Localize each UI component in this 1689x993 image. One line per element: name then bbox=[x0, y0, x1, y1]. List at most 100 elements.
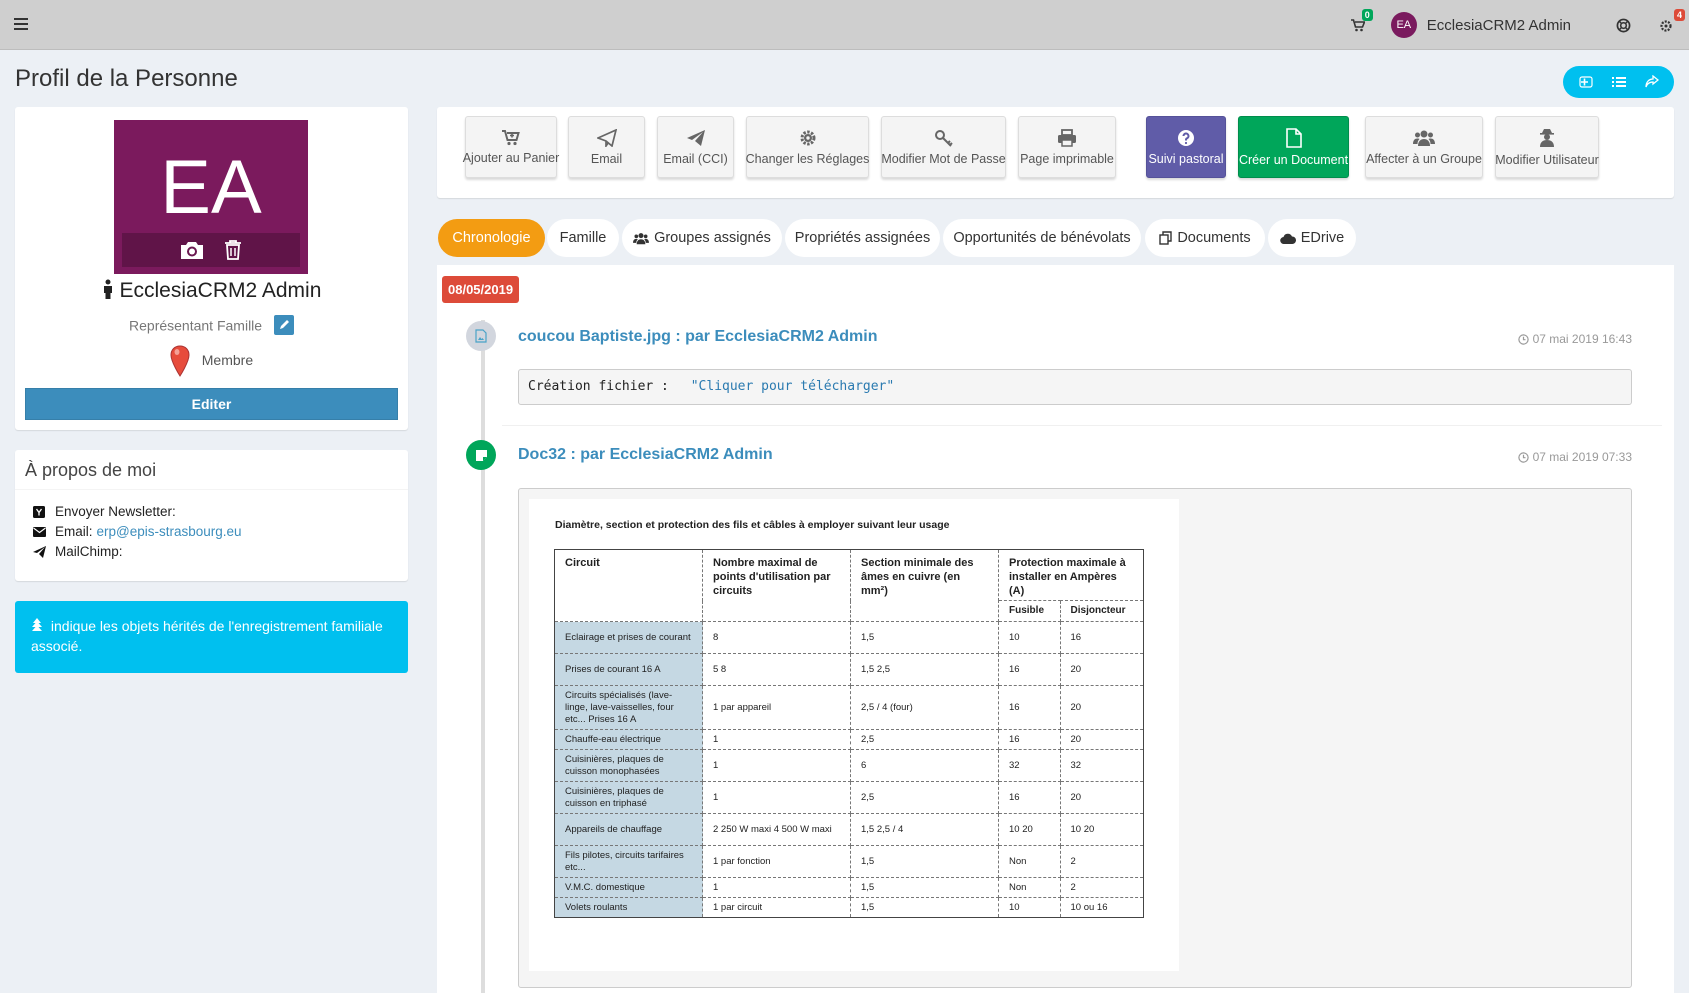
tab-edrive-label: EDrive bbox=[1300, 230, 1345, 246]
settings-button[interactable]: 4 bbox=[1645, 0, 1689, 50]
pastoral-care-label: Suivi pastoral bbox=[1148, 151, 1224, 166]
table-row: Volets roulants 1 par circuit 1,5 10 10 ou 1… bbox=[554, 897, 1145, 918]
person-export-button[interactable] bbox=[1571, 67, 1601, 97]
top-navbar: 0 EA EcclesiaCRM2 Admin 4 bbox=[0, 0, 1689, 50]
edit-role-button[interactable] bbox=[273, 315, 294, 335]
classification: Membre bbox=[15, 345, 408, 377]
tab-assigned-groups[interactable]: Groupes assignés bbox=[622, 219, 782, 257]
tab-timeline-label: Chronologie bbox=[452, 230, 531, 246]
email-bcc-label: Email (CCI) bbox=[663, 151, 728, 166]
tab-family-label: Famille bbox=[559, 230, 607, 246]
cell-fusible: 16 bbox=[998, 781, 1061, 814]
cell-disjoncteur: 32 bbox=[1059, 749, 1145, 782]
timeline-item-title[interactable]: coucou Baptiste.jpg : par EcclesiaCRM2 A… bbox=[518, 328, 877, 346]
download-link[interactable]: "Cliquer pour télécharger" bbox=[691, 379, 895, 394]
assign-group-button[interactable]: Affecter à un Groupe bbox=[1365, 116, 1483, 178]
printable-page-button[interactable]: Page imprimable bbox=[1018, 116, 1116, 178]
cell-circuit: Cuisinières, plaques de cuisson en triph… bbox=[554, 781, 703, 814]
cell-circuit: Cuisinières, plaques de cuisson monophas… bbox=[554, 749, 703, 782]
help-button[interactable] bbox=[1601, 0, 1645, 50]
clock-icon bbox=[1517, 333, 1529, 345]
tab-family[interactable]: Famille bbox=[547, 219, 619, 257]
inheritance-info-text: indique les objets hérités de l'enregist… bbox=[31, 618, 383, 654]
file-download-code: Création fichier : "Cliquer pour télécha… bbox=[518, 369, 1632, 405]
cell-fusible: 10 bbox=[998, 621, 1061, 654]
gear-icon bbox=[800, 130, 815, 145]
user-avatar[interactable]: EA bbox=[1390, 12, 1417, 38]
user-menu-name[interactable]: EcclesiaCRM2 Admin bbox=[1427, 17, 1571, 34]
cell-disjoncteur: 2 bbox=[1059, 877, 1145, 898]
tab-documents[interactable]: Documents bbox=[1145, 219, 1265, 257]
list-view-button[interactable] bbox=[1604, 67, 1634, 97]
list-icon bbox=[1611, 77, 1626, 87]
change-settings-button[interactable]: Changer les Réglages bbox=[746, 116, 869, 178]
file-icon bbox=[1285, 127, 1302, 148]
cell-fusible: Non bbox=[998, 877, 1061, 898]
pastoral-care-button[interactable]: Suivi pastoral bbox=[1146, 116, 1226, 178]
about-list: Envoyer Newsletter: Email: erp@epis-stra… bbox=[15, 490, 408, 574]
timeline-item-title[interactable]: Doc32 : par EcclesiaCRM2 Admin bbox=[518, 446, 773, 464]
edit-profile-button[interactable]: Editer bbox=[25, 388, 398, 420]
timeline-item-time: 07 mai 2019 16:43 bbox=[1517, 332, 1632, 346]
cell-fusible: Non bbox=[998, 845, 1061, 878]
cell-section: 2,5 bbox=[850, 781, 999, 814]
family-role: Représentant Famille bbox=[15, 315, 408, 337]
add-to-cart-button[interactable]: Ajouter au Panier bbox=[463, 116, 559, 178]
cell-fusible: 16 bbox=[998, 653, 1061, 686]
copy-icon bbox=[1159, 231, 1173, 245]
tab-edrive[interactable]: EDrive bbox=[1268, 219, 1356, 257]
change-password-button[interactable]: Modifier Mot de Passe bbox=[881, 116, 1006, 178]
email-link[interactable]: erp@epis-strasbourg.eu bbox=[97, 522, 242, 542]
cell-section: 6 bbox=[850, 749, 999, 782]
cell-section: 2,5 / 4 (four) bbox=[850, 685, 999, 730]
newsletter-label: Envoyer Newsletter: bbox=[55, 504, 176, 519]
about-card: À propos de moi Envoyer Newsletter: Emai… bbox=[15, 450, 408, 581]
profile-initials: EA bbox=[160, 145, 262, 230]
timeline-date-label: 08/05/2019 bbox=[442, 276, 520, 303]
timeline-item-time-text: 07 mai 2019 16:43 bbox=[1532, 332, 1632, 346]
share-button[interactable] bbox=[1637, 67, 1667, 97]
document-title: Diamètre, section et protection des fils… bbox=[555, 519, 950, 531]
table-row: Chauffe-eau électrique 1 2,5 16 20 bbox=[554, 729, 1145, 750]
timeline-item-document: Doc32 : par EcclesiaCRM2 Admin 07 mai 20… bbox=[502, 436, 1662, 993]
paper-plane-outline-icon bbox=[596, 128, 617, 147]
photo-actions bbox=[122, 233, 300, 267]
map-marker-icon bbox=[170, 345, 190, 377]
users-icon bbox=[1413, 130, 1435, 146]
email-bcc-button[interactable]: Email (CCI) bbox=[657, 116, 734, 178]
tab-volunteer-opportunities[interactable]: Opportunités de bénévolats bbox=[943, 219, 1141, 257]
tab-assigned-groups-label: Groupes assignés bbox=[654, 230, 771, 246]
cell-circuit: Appareils de chauffage bbox=[554, 813, 703, 846]
cell-disjoncteur: 10 20 bbox=[1059, 813, 1145, 846]
newsletter-icon bbox=[33, 506, 45, 518]
print-icon bbox=[1058, 128, 1076, 147]
change-settings-label: Changer les Réglages bbox=[745, 151, 870, 166]
email-label: Email: bbox=[55, 524, 93, 539]
tab-volunteer-opportunities-label: Opportunités de bénévolats bbox=[953, 230, 1131, 246]
tab-timeline[interactable]: Chronologie bbox=[438, 219, 545, 257]
table-row: Cuisinières, plaques de cuisson monophas… bbox=[554, 749, 1145, 782]
cell-disjoncteur: 2 bbox=[1059, 845, 1145, 878]
cell-section: 1,5 bbox=[850, 845, 999, 878]
gears-icon bbox=[1660, 20, 1672, 32]
tab-assigned-properties[interactable]: Propriétés assignées bbox=[785, 219, 940, 257]
actions-toolbar: Ajouter au Panier Email Email (CCI) Chan… bbox=[437, 107, 1674, 198]
create-document-button[interactable]: Créer un Document bbox=[1238, 116, 1349, 178]
edit-user-button[interactable]: Modifier Utilisateur bbox=[1495, 116, 1599, 178]
table-row: Fils pilotes, circuits tarifaires etc...… bbox=[554, 845, 1145, 878]
cell-section: 1,5 bbox=[850, 621, 999, 654]
cell-points: 1 bbox=[702, 781, 851, 814]
header-fusible: Fusible bbox=[998, 600, 1061, 622]
table-row: V.M.C. domestique 1 1,5 Non 2 bbox=[554, 877, 1145, 898]
table-row: Eclairage et prises de courant 8 1,5 10 16 bbox=[554, 621, 1145, 654]
mailchimp-row: MailChimp: bbox=[33, 542, 390, 562]
camera-icon[interactable] bbox=[179, 239, 205, 261]
cart-button[interactable]: 0 bbox=[1343, 0, 1373, 50]
clock-icon bbox=[1517, 451, 1529, 463]
hamburger-menu-icon[interactable] bbox=[14, 18, 28, 30]
timeline-document-marker bbox=[466, 440, 496, 470]
timeline-line bbox=[481, 320, 485, 993]
cell-section: 1,5 2,5 bbox=[850, 653, 999, 686]
trash-icon[interactable] bbox=[223, 239, 243, 261]
email-button[interactable]: Email bbox=[568, 116, 645, 178]
